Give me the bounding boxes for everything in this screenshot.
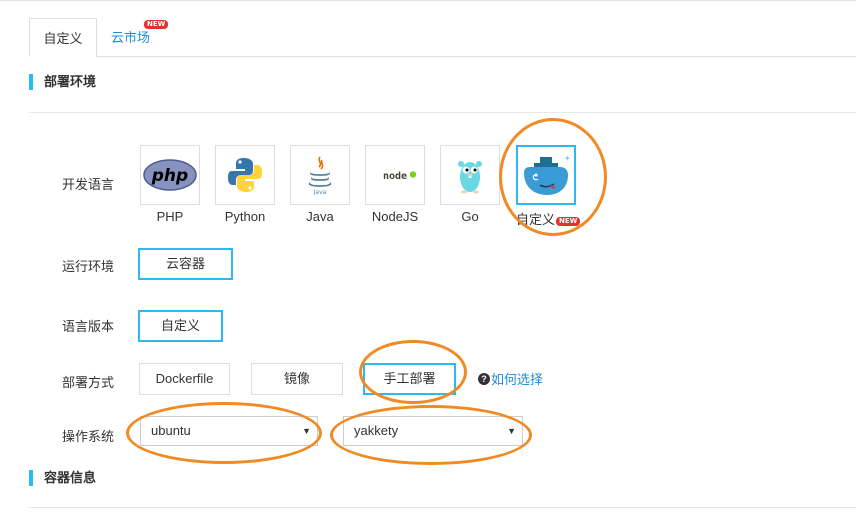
deploy-image-button[interactable]: 镜像: [251, 363, 343, 395]
lang-nodejs-box[interactable]: node: [365, 145, 425, 205]
section-container-info-title: 容器信息: [44, 470, 97, 485]
lang-option-go[interactable]: Go: [440, 145, 500, 224]
tab-bar: 自定义 云市场 NEW: [29, 18, 856, 57]
help-link-label: 如何选择: [491, 372, 544, 387]
tab-custom[interactable]: 自定义: [29, 18, 97, 57]
lang-php-label: PHP: [156, 209, 184, 224]
os-release-select[interactable]: yakkety ▼: [343, 416, 523, 446]
os-distro-value: ubuntu: [151, 423, 191, 438]
os-release-value: yakkety: [354, 423, 399, 438]
svg-text:php: php: [151, 166, 188, 186]
lang-python-box[interactable]: [215, 145, 275, 205]
version-label: 语言版本: [62, 319, 115, 334]
lang-nodejs-label: NodeJS: [371, 209, 419, 224]
docker-icon: ✦: [524, 154, 571, 195]
nodejs-icon: node: [383, 171, 416, 182]
lang-java-box[interactable]: Java: [290, 145, 350, 205]
deploy-method-label: 部署方式: [62, 375, 115, 390]
lang-go-box[interactable]: [440, 145, 500, 205]
os-distro-select[interactable]: ubuntu ▼: [140, 416, 318, 446]
top-border: [0, 0, 856, 1]
deploy-dockerfile-button[interactable]: Dockerfile: [139, 363, 230, 395]
svg-text:Java: Java: [313, 189, 327, 195]
tab-cloud-market[interactable]: 云市场 NEW: [111, 18, 169, 57]
lang-option-python[interactable]: Python: [215, 145, 275, 224]
go-icon: [458, 161, 482, 194]
lang-custom-name: 自定义 NEW: [516, 209, 581, 228]
lang-java-label: Java: [306, 209, 334, 224]
section-accent-bar: [29, 470, 33, 486]
os-label: 操作系统: [62, 429, 115, 444]
section-divider: [29, 112, 856, 113]
deploy-manual-button[interactable]: 手工部署: [363, 363, 456, 395]
php-icon: php: [143, 159, 197, 191]
dropdown-arrow-icon: ▼: [302, 426, 311, 436]
svg-text:✦: ✦: [564, 154, 571, 163]
new-badge: NEW: [556, 217, 581, 226]
lang-go-label: Go: [461, 209, 479, 224]
lang-option-nodejs[interactable]: node NodeJS: [365, 145, 425, 224]
section-deploy-env-title: 部署环境: [44, 74, 97, 89]
tab-cloud-market-label: 云市场: [111, 30, 151, 45]
svg-text:node: node: [383, 171, 407, 182]
lang-python-label: Python: [224, 209, 266, 224]
section-divider: [29, 507, 856, 508]
lang-option-php[interactable]: php PHP: [140, 145, 200, 224]
question-icon: ?: [478, 372, 490, 385]
lang-custom-box[interactable]: ✦: [516, 145, 576, 205]
lang-option-java[interactable]: Java Java: [290, 145, 350, 224]
java-icon: Java: [308, 156, 332, 195]
lang-option-custom[interactable]: ✦ 自定义 NEW: [516, 145, 581, 228]
help-link[interactable]: ? 如何选择: [478, 369, 543, 388]
runtime-label: 运行环境: [62, 259, 115, 274]
section-accent-bar: [29, 74, 33, 90]
lang-custom-label: 自定义: [516, 212, 556, 227]
runtime-cloud-container-button[interactable]: 云容器: [138, 248, 233, 280]
tab-custom-label: 自定义: [43, 31, 83, 46]
lang-php-box[interactable]: php: [140, 145, 200, 205]
version-custom-button[interactable]: 自定义: [138, 310, 223, 342]
language-label: 开发语言: [62, 177, 115, 192]
dropdown-arrow-icon: ▼: [507, 426, 516, 436]
python-icon: [228, 158, 262, 192]
new-badge: NEW: [144, 20, 169, 29]
